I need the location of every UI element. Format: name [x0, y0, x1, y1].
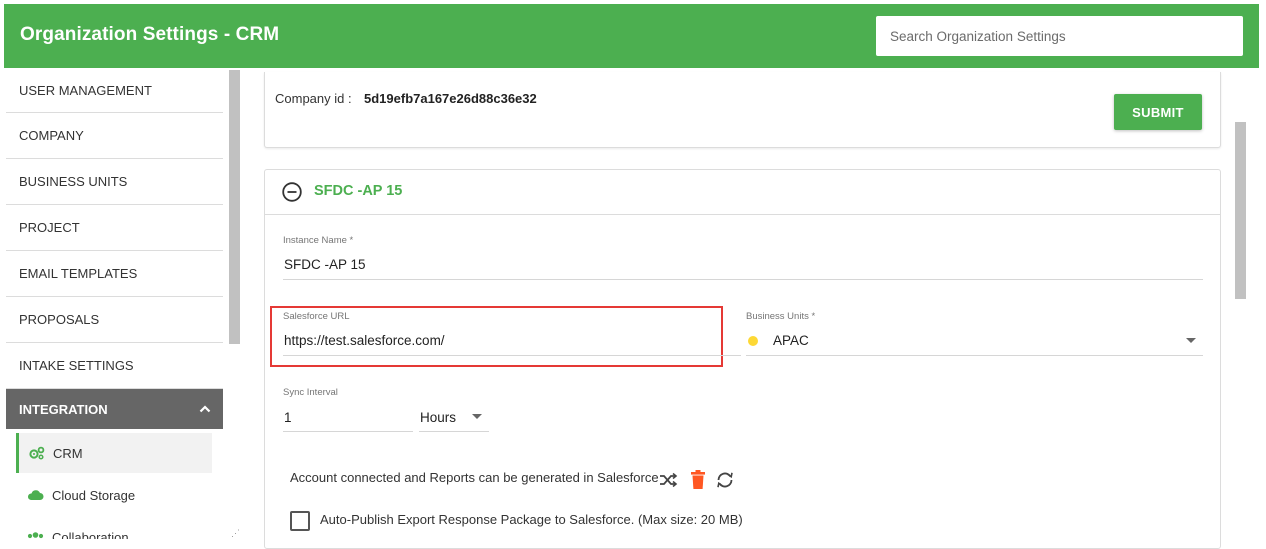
page-title: Organization Settings - CRM: [20, 24, 280, 45]
instance-name-underline: [283, 279, 1203, 280]
app-header: Organization Settings - CRM: [4, 4, 1259, 68]
instance-header: SFDC -AP 15: [265, 170, 1220, 215]
company-card: Company id : 5d19efb7a167e26d88c36e32 SU…: [264, 72, 1221, 148]
integration-sub-list: CRM Cloud Storage Collaboration: [6, 433, 223, 539]
sidebar-subitem-label: CRM: [53, 445, 83, 461]
collapse-minus-icon[interactable]: [282, 182, 302, 202]
sync-interval-underline: [283, 431, 413, 432]
gears-icon: [29, 446, 45, 460]
salesforce-url-field[interactable]: https://test.salesforce.com/: [284, 333, 445, 348]
auto-publish-checkbox[interactable]: [290, 511, 310, 531]
instance-name-field[interactable]: SFDC -AP 15: [284, 257, 366, 272]
sidebar-item-integration[interactable]: INTEGRATION: [6, 389, 223, 429]
sidebar-scrollbar-thumb[interactable]: [229, 70, 240, 344]
sidebar-item-proposals[interactable]: PROPOSALS: [6, 297, 223, 343]
instance-name-label: Instance Name *: [283, 235, 354, 246]
sidebar-subitem-cloud-storage[interactable]: Cloud Storage: [16, 475, 223, 515]
sidebar-item-user-management[interactable]: USER MANAGEMENT: [6, 68, 223, 113]
sync-interval-label: Sync Interval: [283, 387, 338, 398]
sidebar-item-business-units[interactable]: BUSINESS UNITS: [6, 159, 223, 205]
chevron-up-icon[interactable]: [199, 403, 211, 415]
sidebar: USER MANAGEMENT COMPANY BUSINESS UNITS P…: [6, 68, 223, 539]
business-units-label: Business Units *: [746, 311, 816, 322]
users-icon: [27, 531, 44, 539]
sidebar-subitem-collaboration[interactable]: Collaboration: [16, 517, 223, 539]
sync-interval-input[interactable]: 1: [284, 410, 292, 425]
sidebar-subitem-label: Cloud Storage: [52, 487, 136, 503]
auto-publish-label: Auto-Publish Export Response Package to …: [320, 512, 743, 527]
submit-button[interactable]: SUBMIT: [1114, 94, 1202, 130]
cloud-icon: [27, 490, 44, 500]
sync-unit-select[interactable]: Hours: [420, 410, 456, 425]
sidebar-item-company[interactable]: COMPANY: [6, 113, 223, 159]
search-input[interactable]: [876, 16, 1243, 56]
sidebar-item-email-templates[interactable]: EMAIL TEMPLATES: [6, 251, 223, 297]
sidebar-item-label: INTEGRATION: [19, 401, 108, 417]
sidebar-item-project[interactable]: PROJECT: [6, 205, 223, 251]
instance-title: SFDC -AP 15: [314, 183, 403, 199]
salesforce-url-underline: [283, 355, 741, 356]
sidebar-subitem-crm[interactable]: CRM: [16, 433, 212, 473]
main-scrollbar-thumb[interactable]: [1235, 122, 1246, 299]
sidebar-subitem-label: Collaboration: [52, 529, 129, 540]
trash-icon[interactable]: [690, 470, 706, 489]
salesforce-url-label: Salesforce URL: [283, 311, 350, 322]
sync-icon[interactable]: [714, 471, 736, 489]
sync-unit-dropdown-icon[interactable]: [472, 414, 482, 419]
shuffle-icon[interactable]: [659, 472, 678, 488]
sync-unit-underline: [419, 431, 489, 432]
company-id-label: Company id :: [275, 91, 352, 106]
business-unit-color-dot: [748, 336, 758, 346]
business-units-underline: [746, 355, 1203, 356]
resize-grip-icon[interactable]: ⋰: [231, 528, 240, 539]
business-units-dropdown-icon[interactable]: [1186, 338, 1196, 343]
business-units-select[interactable]: APAC: [773, 333, 809, 348]
search-box[interactable]: [876, 16, 1243, 56]
company-id-value: 5d19efb7a167e26d88c36e32: [364, 91, 537, 106]
sidebar-item-intake-settings[interactable]: INTAKE SETTINGS: [6, 343, 223, 389]
connection-status-text: Account connected and Reports can be gen…: [290, 470, 659, 485]
